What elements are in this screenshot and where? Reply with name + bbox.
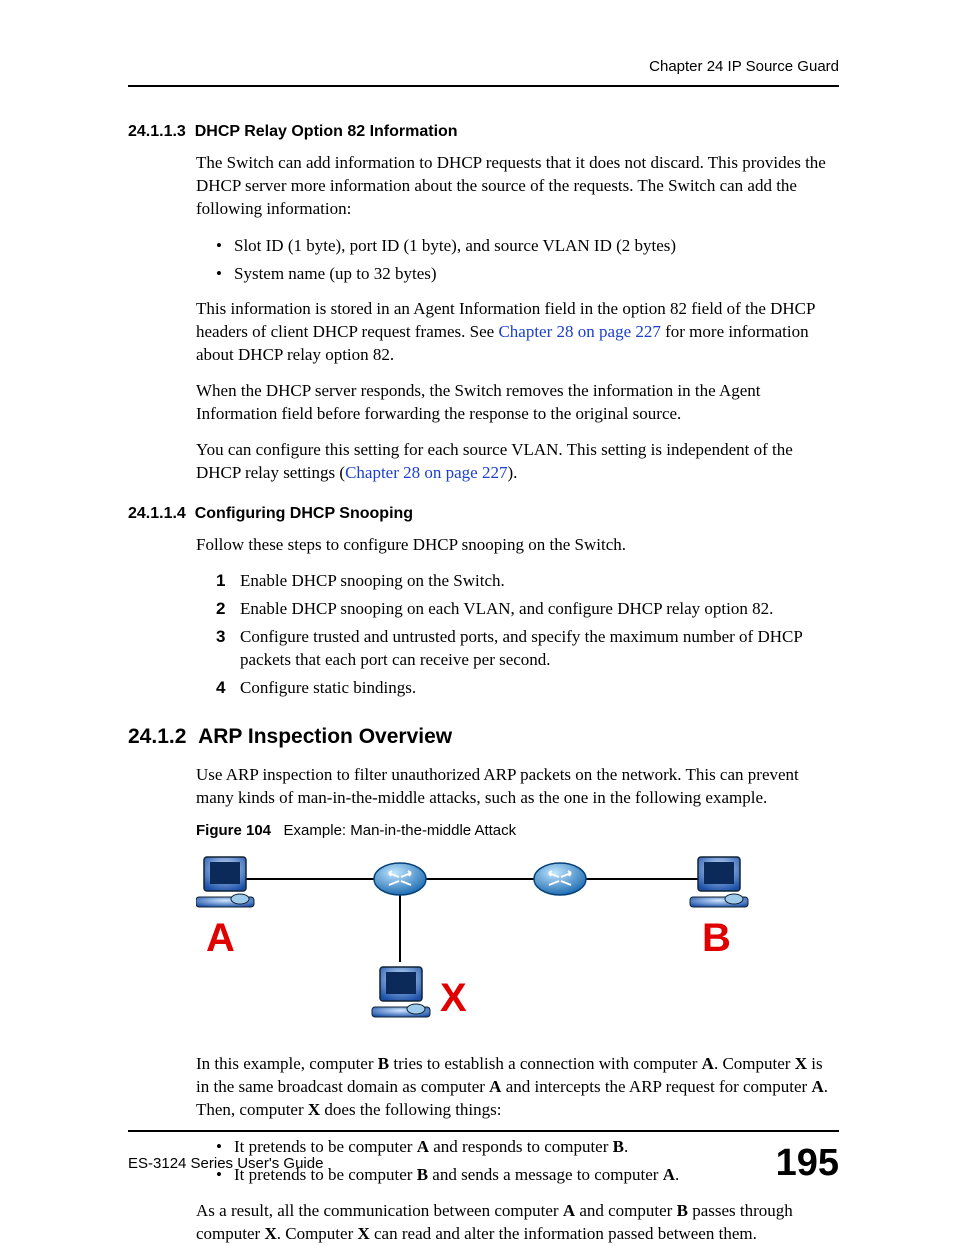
list-item: Configure static bindings. <box>216 677 839 700</box>
heading-title: DHCP Relay Option 82 Information <box>195 123 458 140</box>
label-a: A <box>206 916 235 960</box>
footer-rule <box>128 1130 839 1132</box>
bold-x: X <box>264 1224 276 1243</box>
text-run: and computer <box>575 1201 677 1220</box>
list-item: Slot ID (1 byte), port ID (1 byte), and … <box>216 234 839 258</box>
text-run: . Computer <box>714 1054 795 1073</box>
bold-x: X <box>795 1054 807 1073</box>
chapter-header: Chapter 24 IP Source Guard <box>128 58 839 75</box>
list-item: Configure trusted and untrusted ports, a… <box>216 626 839 672</box>
label-b: B <box>702 916 731 960</box>
bold-a: A <box>563 1201 575 1220</box>
list-item: Enable DHCP snooping on the Switch. <box>216 570 839 593</box>
figure-104: A B X <box>196 847 756 1035</box>
text-run: . Computer <box>277 1224 358 1243</box>
text-run: ). <box>507 463 517 482</box>
figure-title: Example: Man-in-the-middle Attack <box>284 822 517 839</box>
heading-24-1-1-4: 24.1.1.4 Configuring DHCP Snooping <box>128 505 839 523</box>
heading-title: Configuring DHCP Snooping <box>195 505 413 522</box>
bold-a: A <box>702 1054 714 1073</box>
text-run: does the following things: <box>320 1100 501 1119</box>
text-run: In this example, computer <box>196 1054 378 1073</box>
paragraph: Follow these steps to configure DHCP sno… <box>196 534 839 557</box>
bullet-list: Slot ID (1 byte), port ID (1 byte), and … <box>216 234 839 286</box>
paragraph: The Switch can add information to DHCP r… <box>196 152 839 221</box>
heading-24-1-2: 24.1.2 ARP Inspection Overview <box>128 725 839 749</box>
switch-icon <box>534 863 586 895</box>
bold-a: A <box>489 1077 501 1096</box>
figure-caption: Figure 104 Example: Man-in-the-middle At… <box>196 822 839 839</box>
computer-b-icon <box>690 857 748 907</box>
paragraph: In this example, computer B tries to est… <box>196 1053 839 1122</box>
bold-x: X <box>308 1100 320 1119</box>
bold-b: B <box>677 1201 688 1220</box>
heading-title: ARP Inspection Overview <box>198 725 452 748</box>
label-x: X <box>440 976 467 1020</box>
numbered-list: Enable DHCP snooping on the Switch. Enab… <box>216 570 839 700</box>
paragraph: Use ARP inspection to filter unauthorize… <box>196 764 839 810</box>
heading-number: 24.1.1.3 <box>128 123 186 140</box>
heading-number: 24.1.1.4 <box>128 505 186 522</box>
bold-x: X <box>357 1224 369 1243</box>
bold-a: A <box>811 1077 823 1096</box>
text-run: and intercepts the ARP request for compu… <box>501 1077 811 1096</box>
paragraph: As a result, all the communication betwe… <box>196 1200 839 1246</box>
switch-icon <box>374 863 426 895</box>
paragraph: This information is stored in an Agent I… <box>196 298 839 367</box>
list-item: Enable DHCP snooping on each VLAN, and c… <box>216 598 839 621</box>
computer-x-icon <box>372 967 430 1017</box>
header-rule <box>128 85 839 87</box>
paragraph: You can configure this setting for each … <box>196 439 839 485</box>
text-run: can read and alter the information passe… <box>370 1224 757 1243</box>
cross-ref-link[interactable]: Chapter 28 on page 227 <box>498 322 660 341</box>
cross-ref-link[interactable]: Chapter 28 on page 227 <box>345 463 507 482</box>
text-run: As a result, all the communication betwe… <box>196 1201 563 1220</box>
paragraph: When the DHCP server responds, the Switc… <box>196 380 839 426</box>
footer-guide-title: ES-3124 Series User's Guide <box>128 1155 323 1172</box>
computer-a-icon <box>196 857 254 907</box>
text-run: tries to establish a connection with com… <box>389 1054 702 1073</box>
heading-number: 24.1.2 <box>128 725 186 748</box>
page-number: 195 <box>776 1142 839 1185</box>
bold-b: B <box>378 1054 389 1073</box>
heading-24-1-1-3: 24.1.1.3 DHCP Relay Option 82 Informatio… <box>128 123 839 141</box>
figure-label: Figure 104 <box>196 822 271 839</box>
list-item: System name (up to 32 bytes) <box>216 262 839 286</box>
